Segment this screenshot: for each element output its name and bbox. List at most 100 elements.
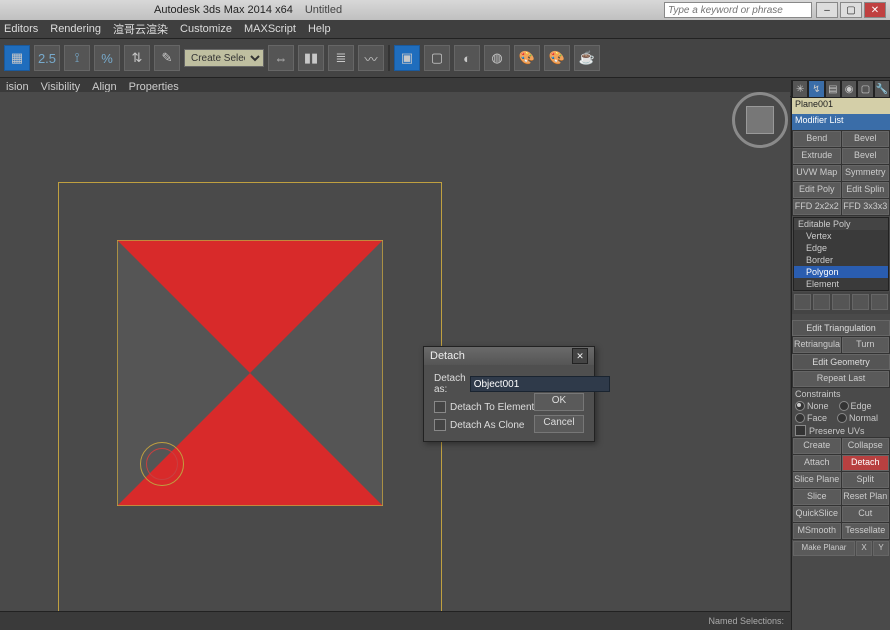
attach-button[interactable]: Attach xyxy=(793,455,841,471)
stack-polygon[interactable]: Polygon xyxy=(794,266,888,278)
detach-button[interactable]: Detach xyxy=(842,455,890,471)
tool-curve-editor[interactable]: 〰 xyxy=(358,45,384,71)
mod-edit-poly[interactable]: Edit Poly xyxy=(793,182,841,198)
tool-snap[interactable]: 2.5 xyxy=(34,45,60,71)
tool-mirror[interactable]: ⇔ xyxy=(268,45,294,71)
modifier-list-dropdown[interactable]: Modifier List xyxy=(792,114,890,130)
hierarchy-tab[interactable]: ▤ xyxy=(825,80,841,98)
planar-y-button[interactable]: Y xyxy=(873,541,889,556)
modifier-stack[interactable]: Editable Poly Vertex Edge Border Polygon… xyxy=(793,217,889,291)
split-button[interactable]: Split xyxy=(842,472,890,488)
constraint-face-radio[interactable] xyxy=(795,413,805,423)
menu-customize[interactable]: Customize xyxy=(180,23,232,35)
selection-set-dropdown[interactable]: Create Selection Se xyxy=(184,49,264,67)
maximize-button[interactable]: ▢ xyxy=(840,2,862,18)
edit-triangulation-header[interactable]: Edit Triangulation xyxy=(792,320,890,336)
modify-tab[interactable]: ↯ xyxy=(808,80,824,98)
reset-plane-button[interactable]: Reset Plan xyxy=(842,489,890,505)
menu-maxscript[interactable]: MAXScript xyxy=(244,23,296,35)
tool-render-setup[interactable]: ▣ xyxy=(394,45,420,71)
tool-angle-snap[interactable]: ⟟ xyxy=(64,45,90,71)
menu-rendering[interactable]: Rendering xyxy=(50,23,101,35)
constraint-edge-radio[interactable] xyxy=(839,401,849,411)
planar-x-button[interactable]: X xyxy=(856,541,872,556)
tool-material-editor[interactable]: ◍ xyxy=(484,45,510,71)
mod-symmetry[interactable]: Symmetry xyxy=(842,165,890,181)
preserve-uvs-checkbox[interactable] xyxy=(795,425,806,436)
make-unique-icon[interactable] xyxy=(832,294,849,310)
stack-vertex[interactable]: Vertex xyxy=(794,230,888,242)
tool-render-production[interactable]: 🎨 xyxy=(514,45,540,71)
edit-geometry-header[interactable]: Edit Geometry xyxy=(792,354,890,370)
detach-to-element-checkbox[interactable] xyxy=(434,401,446,413)
tessellate-button[interactable]: Tessellate xyxy=(842,523,890,539)
slice-button[interactable]: Slice xyxy=(793,489,841,505)
constraint-normal-radio[interactable] xyxy=(837,413,847,423)
show-end-result-icon[interactable] xyxy=(813,294,830,310)
menu-help[interactable]: Help xyxy=(308,23,331,35)
tool-render-frame[interactable]: ▢ xyxy=(424,45,450,71)
app-button[interactable]: ▦ xyxy=(4,45,30,71)
tool-percent-snap[interactable]: % xyxy=(94,45,120,71)
constraints-label: Constraints xyxy=(792,388,890,400)
mod-bevel[interactable]: Bevel xyxy=(842,131,890,147)
mod-uvw-map[interactable]: UVW Map xyxy=(793,165,841,181)
remove-modifier-icon[interactable] xyxy=(852,294,869,310)
display-tab[interactable]: ▢ xyxy=(857,80,873,98)
retriangulate-button[interactable]: Retriangulate xyxy=(793,337,841,353)
mod-bend[interactable]: Bend xyxy=(793,131,841,147)
viewport[interactable] xyxy=(0,92,790,630)
stack-border[interactable]: Border xyxy=(794,254,888,266)
make-planar-button[interactable]: Make Planar xyxy=(793,541,855,556)
detach-as-clone-checkbox[interactable] xyxy=(434,419,446,431)
collapse-button[interactable]: Collapse xyxy=(842,438,890,454)
stack-element[interactable]: Element xyxy=(794,278,888,290)
menu-editors[interactable]: Editors xyxy=(4,23,38,35)
tool-spinner-snap[interactable]: ⇅ xyxy=(124,45,150,71)
tool-render-iterative[interactable]: 🎨 xyxy=(544,45,570,71)
msmooth-button[interactable]: MSmooth xyxy=(793,523,841,539)
constraint-none-label: None xyxy=(807,401,829,411)
search-input[interactable] xyxy=(664,2,812,18)
repeat-last-button[interactable]: Repeat Last xyxy=(793,371,889,387)
stack-editable-poly[interactable]: Editable Poly xyxy=(794,218,888,230)
quickslice-button[interactable]: QuickSlice xyxy=(793,506,841,522)
create-button[interactable]: Create xyxy=(793,438,841,454)
slice-plane-button[interactable]: Slice Plane xyxy=(793,472,841,488)
plane-object[interactable] xyxy=(117,240,383,506)
constraint-none-radio[interactable] xyxy=(795,401,805,411)
motion-tab[interactable]: ◉ xyxy=(841,80,857,98)
viewcube[interactable] xyxy=(732,92,782,142)
close-button[interactable]: ✕ xyxy=(864,2,886,18)
cut-button[interactable]: Cut xyxy=(842,506,890,522)
detach-name-input[interactable] xyxy=(470,376,610,392)
constraint-normal-label: Normal xyxy=(849,413,878,423)
dialog-close-button[interactable]: ✕ xyxy=(572,348,588,364)
utilities-tab[interactable]: 🔧 xyxy=(874,80,890,98)
cancel-button[interactable]: Cancel xyxy=(534,415,584,433)
tool-render-last[interactable]: ☕ xyxy=(574,45,600,71)
ok-button[interactable]: OK xyxy=(534,393,584,411)
app-title: Autodesk 3ds Max 2014 x64 xyxy=(154,4,293,16)
mod-edit-spline[interactable]: Edit Splin xyxy=(842,182,890,198)
create-tab[interactable]: ✳ xyxy=(792,80,808,98)
object-name-field[interactable]: Plane001 xyxy=(792,98,890,114)
detach-as-label: Detach as: xyxy=(434,373,466,395)
configure-sets-icon[interactable] xyxy=(871,294,888,310)
tool-selection-filter[interactable]: ✎ xyxy=(154,45,180,71)
turn-button[interactable]: Turn xyxy=(842,337,890,353)
stack-edge[interactable]: Edge xyxy=(794,242,888,254)
mod-extrude[interactable]: Extrude xyxy=(793,148,841,164)
menu-cloud[interactable]: 渲哥云渲染 xyxy=(113,21,168,37)
detach-as-clone-label: Detach As Clone xyxy=(450,420,525,431)
tool-layers[interactable]: ≣ xyxy=(328,45,354,71)
mod-ffd-2x2x2[interactable]: FFD 2x2x2 xyxy=(793,199,841,215)
tool-environment[interactable]: ◐ xyxy=(454,45,480,71)
main-toolbar: ▦ 2.5 ⟟ % ⇅ ✎ Create Selection Se ⇔ ▮▮ ≣… xyxy=(0,39,890,78)
dialog-title: Detach xyxy=(430,350,465,362)
mod-ffd-3x3x3[interactable]: FFD 3x3x3 xyxy=(842,199,890,215)
minimize-button[interactable]: – xyxy=(816,2,838,18)
mod-bevel-profile[interactable]: Bevel Profil xyxy=(842,148,890,164)
pin-stack-icon[interactable] xyxy=(794,294,811,310)
tool-align[interactable]: ▮▮ xyxy=(298,45,324,71)
